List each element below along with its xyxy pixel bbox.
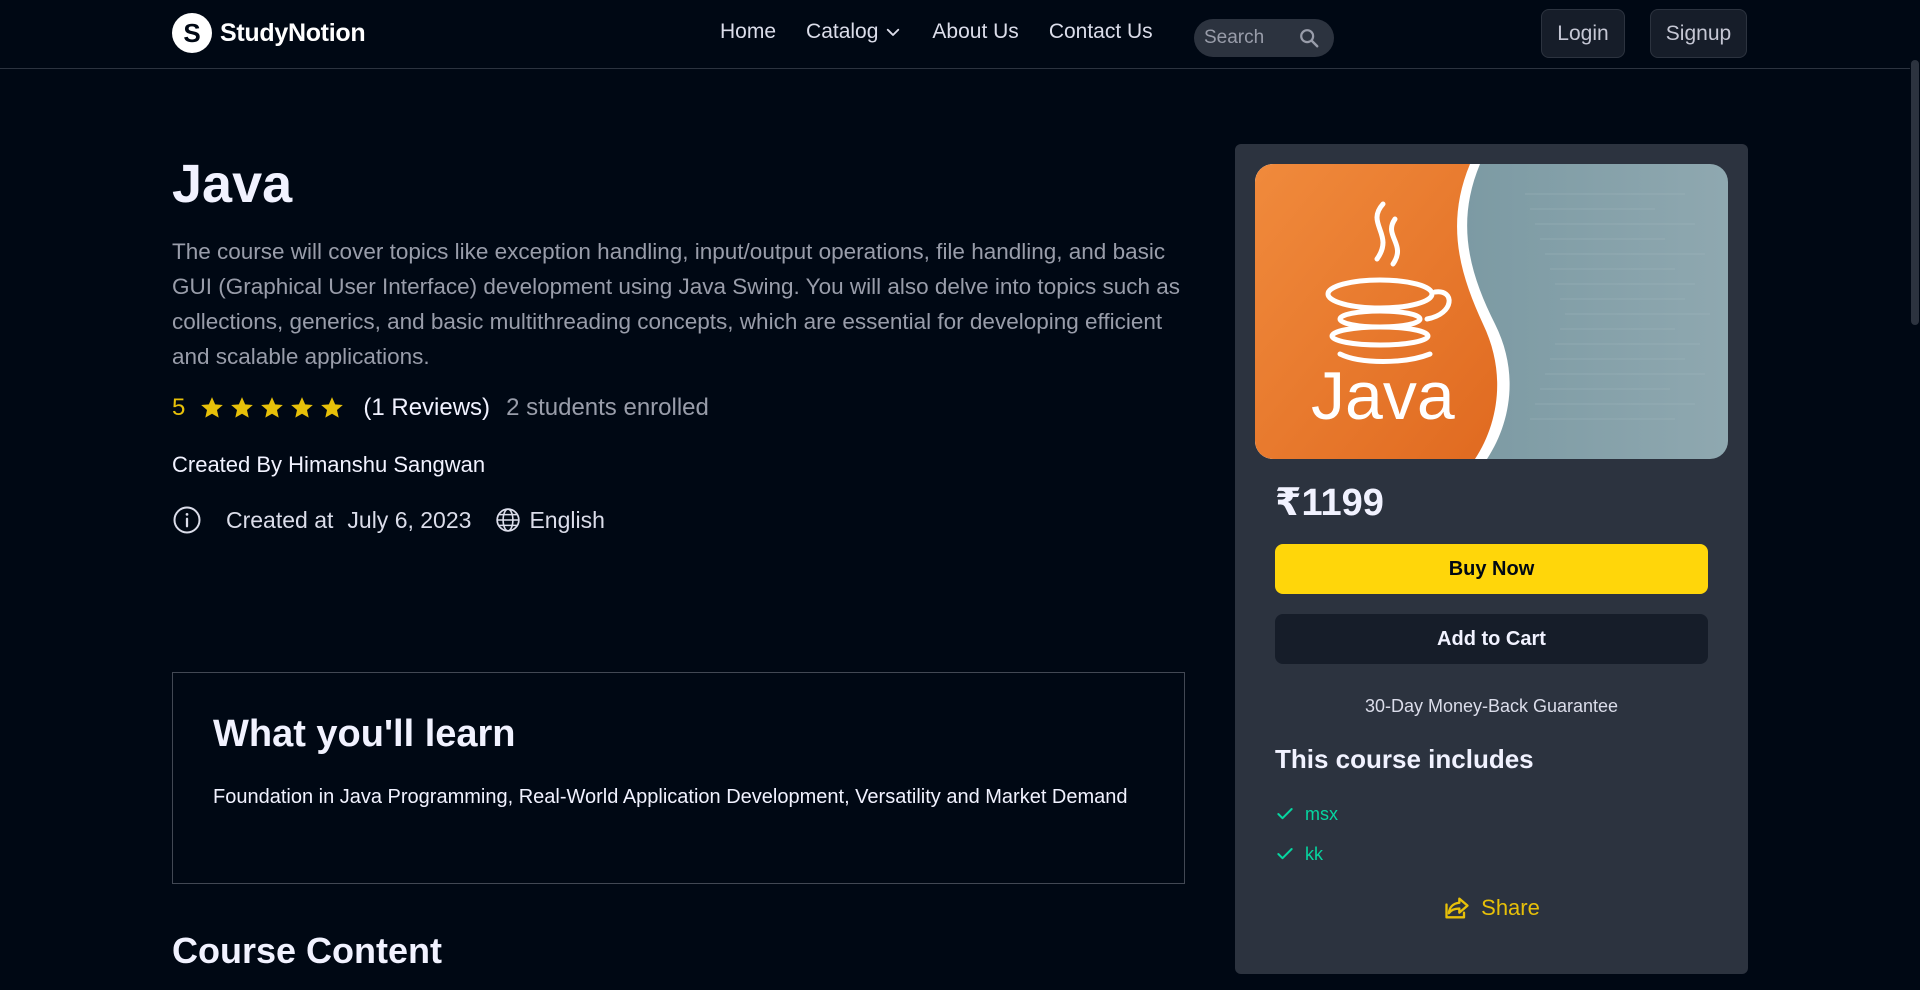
created-date: July 6, 2023 (347, 506, 472, 533)
nav-about[interactable]: About Us (932, 20, 1018, 44)
includes-title: This course includes (1275, 744, 1534, 774)
check-icon (1277, 808, 1293, 820)
nav-links: Home Catalog About Us Contact Us (720, 20, 1183, 44)
info-icon (173, 506, 201, 534)
includes-item: msx (1275, 794, 1338, 834)
navbar: S StudyNotion Home Catalog About Us Cont… (0, 0, 1920, 69)
share-label: Share (1481, 895, 1540, 920)
nav-contact[interactable]: Contact Us (1049, 20, 1153, 44)
learn-text: Foundation in Java Programming, Real-Wor… (213, 786, 1128, 808)
learn-title: What you'll learn (213, 713, 516, 755)
signup-button[interactable]: Signup (1650, 9, 1747, 58)
nav-home[interactable]: Home (720, 20, 776, 44)
money-back-guarantee: 30-Day Money-Back Guarantee (1364, 696, 1619, 716)
includes-item: kk (1275, 834, 1338, 874)
check-icon (1277, 848, 1293, 860)
course-language: English (529, 506, 605, 533)
reviews-count: (1 Reviews) (363, 394, 491, 421)
nav-catalog-label: Catalog (806, 20, 879, 43)
course-meta: Created at July 6, 2023 English (172, 505, 605, 535)
purchase-card: Java ₹1199 Buy Now Add to Cart 30-Day Mo… (1235, 144, 1748, 974)
add-to-cart-button[interactable]: Add to Cart (1275, 614, 1708, 664)
search-bar (1194, 19, 1334, 57)
includes-item-label: kk (1305, 843, 1323, 864)
includes-item-label: msx (1305, 803, 1338, 824)
share-icon (1445, 897, 1469, 919)
created-label: Created at (226, 506, 334, 533)
star-icon (201, 397, 224, 418)
rating-number: 5 (172, 394, 186, 421)
login-button[interactable]: Login (1541, 9, 1625, 58)
nav-catalog[interactable]: Catalog (806, 20, 902, 44)
rating-row: 5 (1 Reviews) 2 students enrolled (172, 394, 709, 422)
what-you-learn-box: What you'll learn Foundation in Java Pro… (172, 672, 1185, 884)
java-logo-image: Java (1255, 164, 1728, 459)
course-thumbnail: Java (1255, 164, 1728, 459)
brand-logo[interactable]: S StudyNotion (172, 13, 366, 53)
star-icon (261, 397, 284, 418)
course-author: Created By Himanshu Sangwan (172, 452, 486, 477)
rating-stars (199, 395, 345, 421)
course-price: ₹1199 (1275, 482, 1384, 524)
search-icon[interactable] (1298, 27, 1320, 49)
buy-now-button[interactable]: Buy Now (1275, 544, 1708, 594)
enrolled-count: 2 students enrolled (506, 394, 709, 421)
course-content-title: Course Content (172, 930, 442, 971)
search-input[interactable] (1204, 27, 1294, 49)
star-icon (321, 397, 344, 418)
star-icon (291, 397, 314, 418)
brand-name: StudyNotion (220, 18, 366, 47)
course-description: The course will cover topics like except… (172, 239, 1181, 369)
scrollbar-thumb[interactable] (1911, 60, 1919, 325)
thumbnail-text: Java (1311, 358, 1455, 434)
logo-icon: S (172, 13, 212, 53)
page-scrollbar[interactable] (1910, 0, 1920, 990)
share-button[interactable]: Share (1235, 894, 1748, 922)
chevron-down-icon (887, 28, 900, 36)
star-icon (231, 397, 254, 418)
globe-icon (496, 508, 521, 532)
course-title: Java (172, 154, 293, 214)
includes-list: msx kk (1275, 794, 1338, 874)
